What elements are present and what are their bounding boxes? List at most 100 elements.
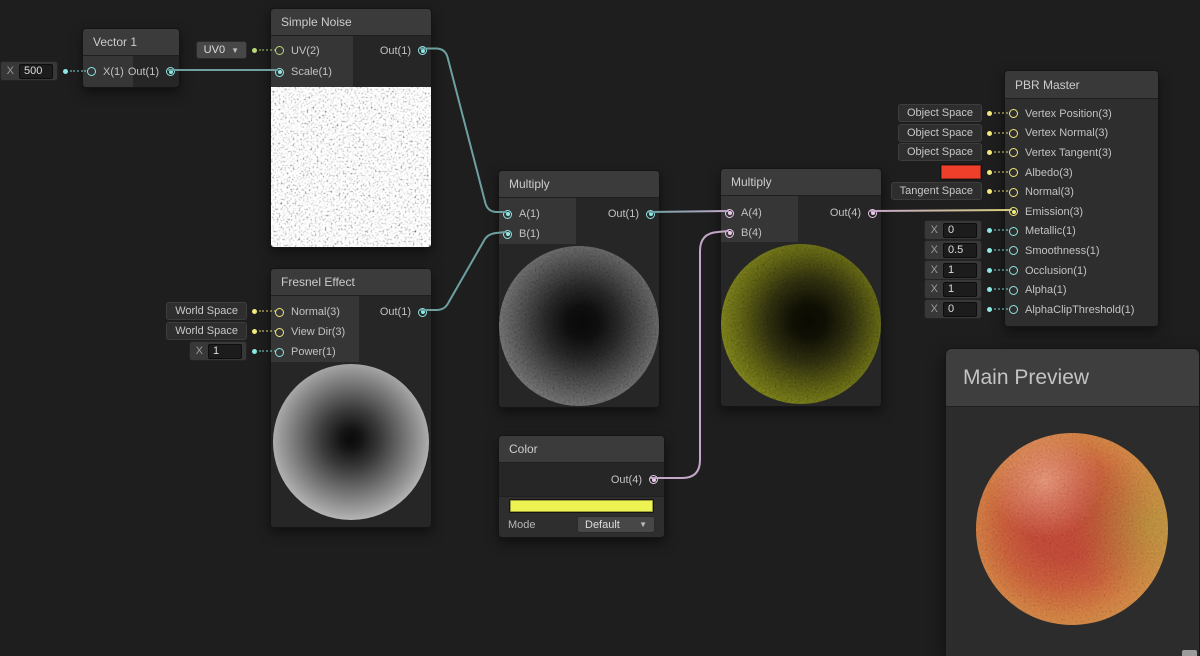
- input-port-label: Scale(1): [291, 66, 332, 78]
- input-port-alpha[interactable]: [1009, 285, 1018, 295]
- field-axis-label: X: [6, 65, 14, 77]
- input-port-smoothness[interactable]: [1009, 246, 1018, 256]
- connector-dash: [994, 112, 1008, 114]
- albedo-color-swatch[interactable]: [940, 164, 982, 180]
- field-value[interactable]: 1: [208, 343, 242, 359]
- node-fresnel-effect[interactable]: Fresnel Effect Normal(3) Out(1) View Dir…: [270, 268, 432, 528]
- node-vector1[interactable]: Vector 1 X(1) Out(1): [82, 28, 180, 88]
- field-value[interactable]: 0.5: [943, 242, 977, 258]
- space-dropdown[interactable]: Tangent Space: [890, 182, 982, 200]
- input-port-metallic[interactable]: [1009, 226, 1018, 236]
- dropdown-arrow-icon: ▼: [639, 520, 647, 529]
- pbr-albedo-color-widget: [940, 164, 1008, 180]
- input-port-b[interactable]: [725, 228, 734, 238]
- wire-multiply2-to-pbr-emission[interactable]: [870, 209, 1012, 212]
- input-port-label: Occlusion(1): [1025, 264, 1087, 277]
- number-field[interactable]: X 1: [923, 279, 982, 299]
- node-multiply-2[interactable]: Multiply A(4) Out(4) B(4): [720, 168, 882, 407]
- output-port[interactable]: [646, 209, 655, 219]
- input-port-label: AlphaClipThreshold(1): [1025, 303, 1135, 316]
- input-port-a[interactable]: [725, 208, 734, 218]
- field-value[interactable]: 500: [19, 63, 53, 79]
- connector-dash: [994, 151, 1008, 153]
- input-port-normal[interactable]: [1009, 187, 1018, 197]
- input-port-label: Vertex Normal(3): [1025, 127, 1109, 140]
- fresnel-viewdir-space-widget: World Space: [166, 322, 276, 340]
- input-port-vertex-position[interactable]: [1009, 109, 1018, 119]
- node-title: PBR Master: [1005, 71, 1158, 99]
- multiply1-preview: [499, 244, 659, 407]
- input-port-vertex-normal[interactable]: [1009, 128, 1018, 138]
- input-port-vertex-tangent[interactable]: [1009, 148, 1018, 158]
- node-title-label: Vector 1: [93, 35, 138, 49]
- output-port-label: Out(1): [607, 208, 639, 220]
- wire-multiply1-to-multiply2-a[interactable]: [648, 210, 729, 213]
- pbr-metallic-default-field: X 0: [923, 220, 1008, 240]
- node-color[interactable]: Color Out(4) Mode Default ▼: [498, 435, 665, 538]
- space-dropdown[interactable]: Object Space: [897, 143, 982, 161]
- input-port-b[interactable]: [503, 229, 512, 239]
- field-value[interactable]: 0: [943, 222, 977, 238]
- space-dropdown[interactable]: Object Space: [897, 124, 982, 142]
- multiply2-preview: [721, 242, 881, 406]
- node-title-label: Color: [509, 442, 538, 456]
- input-port-alphaclipthreshold[interactable]: [1009, 305, 1018, 315]
- input-port-label: Metallic(1): [1025, 225, 1076, 238]
- fresnel-preview: [271, 362, 431, 527]
- main-preview-sphere[interactable]: [976, 433, 1168, 625]
- mode-dropdown[interactable]: Default ▼: [577, 516, 655, 533]
- node-simple-noise[interactable]: Simple Noise UV(2) Out(1) Scale(1): [270, 8, 432, 248]
- connector-dot: [987, 267, 992, 273]
- node-title-label: Multiply: [509, 177, 550, 191]
- connector-dash: [259, 330, 276, 332]
- main-preview-panel[interactable]: Main Preview: [945, 348, 1200, 656]
- input-port-scale[interactable]: [275, 67, 284, 77]
- connector-dash: [994, 288, 1008, 290]
- number-field[interactable]: X 1: [923, 260, 982, 280]
- input-port-uv[interactable]: [275, 46, 284, 55]
- input-port-label: B(1): [519, 228, 540, 240]
- input-port-x[interactable]: [87, 67, 96, 76]
- output-port[interactable]: [418, 46, 427, 55]
- space-dropdown[interactable]: World Space: [166, 322, 247, 340]
- input-port-emission[interactable]: [1009, 207, 1018, 217]
- input-port-viewdir[interactable]: [275, 327, 284, 337]
- node-pbr-master[interactable]: PBR Master Vertex Position(3) Vertex Nor…: [1004, 70, 1159, 327]
- input-port-power[interactable]: [275, 347, 284, 357]
- connector-dot: [987, 110, 992, 116]
- field-value[interactable]: 0: [943, 301, 977, 317]
- input-port-label: X(1): [103, 65, 124, 78]
- input-port-a[interactable]: [503, 209, 512, 219]
- main-preview-title-bar[interactable]: Main Preview: [946, 349, 1199, 407]
- field-value[interactable]: 1: [943, 281, 977, 297]
- resize-grip[interactable]: [1182, 650, 1197, 656]
- number-field[interactable]: X 0: [923, 220, 982, 240]
- output-port[interactable]: [649, 475, 658, 484]
- field-value[interactable]: 1: [943, 262, 977, 278]
- input-port-label: A(1): [519, 208, 540, 220]
- space-dropdown[interactable]: World Space: [166, 302, 247, 320]
- wire-fresnel-to-multiply1-b[interactable]: [420, 231, 507, 311]
- space-dropdown[interactable]: Object Space: [897, 104, 982, 122]
- number-field[interactable]: X 1: [188, 341, 247, 361]
- output-port[interactable]: [418, 307, 427, 317]
- color-swatch-field[interactable]: [509, 499, 654, 513]
- shader-graph-canvas[interactable]: Vector 1 X(1) Out(1) X 500 Simple Noise: [0, 0, 1200, 656]
- simple-noise-uv-channel-dropdown: UV0 ▼: [195, 41, 276, 59]
- connector-dot: [252, 308, 257, 314]
- output-port[interactable]: [166, 67, 175, 76]
- number-field[interactable]: X 0.5: [923, 240, 982, 260]
- uv-channel-dropdown[interactable]: UV0 ▼: [195, 41, 247, 59]
- field-axis-label: X: [930, 283, 938, 295]
- node-title: Simple Noise: [271, 9, 431, 36]
- output-port[interactable]: [868, 208, 877, 218]
- number-field[interactable]: X 0: [923, 299, 982, 319]
- input-port-albedo[interactable]: [1009, 168, 1018, 178]
- node-multiply-1[interactable]: Multiply A(1) Out(1) B(1): [498, 170, 660, 408]
- wire-noise-to-multiply1-a[interactable]: [420, 47, 507, 213]
- input-port-occlusion[interactable]: [1009, 266, 1018, 276]
- input-port-label: Alpha(1): [1025, 284, 1067, 297]
- number-field[interactable]: X 500: [0, 61, 58, 81]
- dropdown-value: UV0: [203, 44, 226, 56]
- input-port-normal[interactable]: [275, 307, 284, 317]
